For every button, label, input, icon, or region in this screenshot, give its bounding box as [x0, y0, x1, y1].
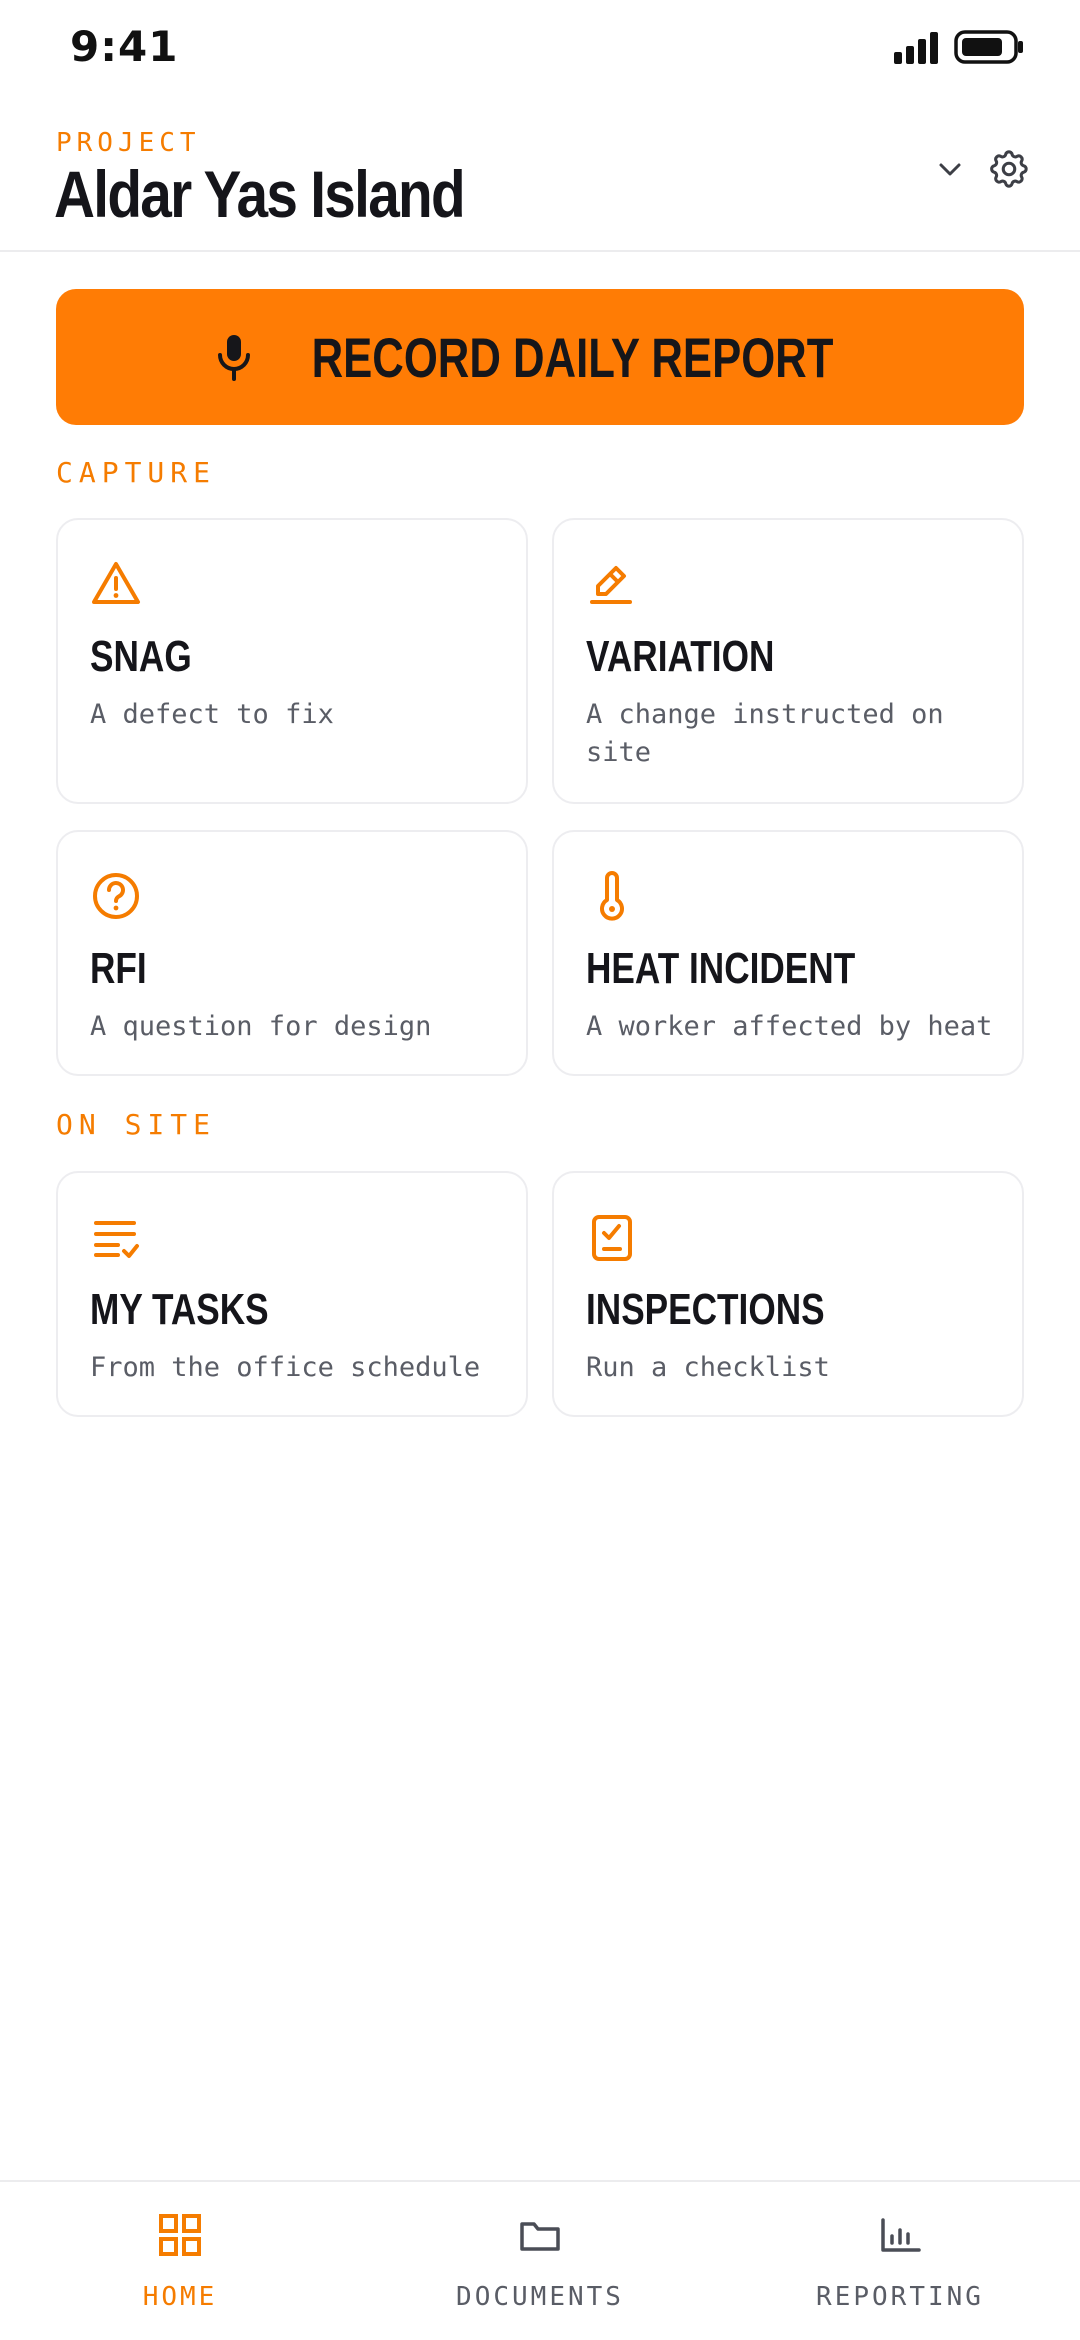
- nav-item-documents[interactable]: DOCUMENTS: [360, 2182, 720, 2340]
- card-title: RFI: [90, 944, 147, 993]
- task-list-icon: [94, 1221, 139, 1258]
- warning-triangle-icon: [92, 562, 140, 604]
- section-label-on-site: ON SITE: [56, 1108, 217, 1141]
- project-header: PROJECT Aldar Yas Island: [0, 100, 1080, 252]
- status-bar: 9:41: [0, 0, 1080, 100]
- bar-chart-icon: [881, 2218, 921, 2252]
- project-name[interactable]: Aldar Yas Island: [54, 156, 466, 232]
- battery-icon: [954, 30, 1023, 64]
- card-heat-incident[interactable]: HEAT INCIDENT A worker affected by heat: [552, 830, 1024, 1076]
- nav-item-reporting[interactable]: REPORTING: [720, 2182, 1080, 2340]
- card-subtitle: A question for design: [90, 1011, 432, 1042]
- thermometer-icon: [600, 871, 624, 921]
- card-variation[interactable]: VARIATION A change instructed on site: [552, 518, 1024, 804]
- project-label: PROJECT: [56, 128, 201, 158]
- chevron-down-icon[interactable]: [932, 152, 968, 188]
- clipboard-check-icon: [592, 1215, 632, 1261]
- grid-icon: [159, 2214, 201, 2256]
- nav-label: HOME: [142, 2282, 218, 2312]
- card-title: INSPECTIONS: [586, 1285, 825, 1334]
- section-label-capture: CAPTURE: [56, 456, 217, 489]
- card-title: VARIATION: [586, 632, 775, 681]
- card-inspections[interactable]: INSPECTIONS Run a checklist: [552, 1171, 1024, 1417]
- question-circle-icon: [93, 873, 139, 919]
- bottom-nav: HOME DOCUMENTS REPORTING: [0, 2180, 1080, 2340]
- card-rfi[interactable]: RFI A question for design: [56, 830, 528, 1076]
- mic-icon: [217, 335, 250, 381]
- card-title: HEAT INCIDENT: [586, 944, 856, 993]
- status-time: 9:41: [70, 22, 179, 71]
- signal-strength-icon: [894, 32, 938, 64]
- card-title: SNAG: [90, 632, 192, 681]
- card-subtitle: A change instructed on site: [586, 699, 944, 768]
- card-title: MY TASKS: [90, 1285, 269, 1334]
- record-daily-report-button[interactable]: RECORD DAILY REPORT: [56, 289, 1024, 425]
- card-subtitle: A defect to fix: [90, 699, 334, 730]
- record-daily-report-label: RECORD DAILY REPORT: [311, 325, 833, 389]
- nav-label: REPORTING: [816, 2282, 984, 2312]
- folder-icon: [520, 2222, 560, 2251]
- card-subtitle: From the office schedule: [90, 1352, 481, 1383]
- card-snag[interactable]: SNAG A defect to fix: [56, 518, 528, 804]
- gear-icon[interactable]: [986, 146, 1032, 192]
- nav-label: DOCUMENTS: [456, 2282, 624, 2312]
- nav-item-home[interactable]: HOME: [0, 2182, 360, 2340]
- card-my-tasks[interactable]: MY TASKS From the office schedule: [56, 1171, 528, 1417]
- card-subtitle: A worker affected by heat: [586, 1011, 993, 1042]
- card-subtitle: Run a checklist: [586, 1352, 830, 1383]
- edit-pencil-icon: [590, 566, 632, 604]
